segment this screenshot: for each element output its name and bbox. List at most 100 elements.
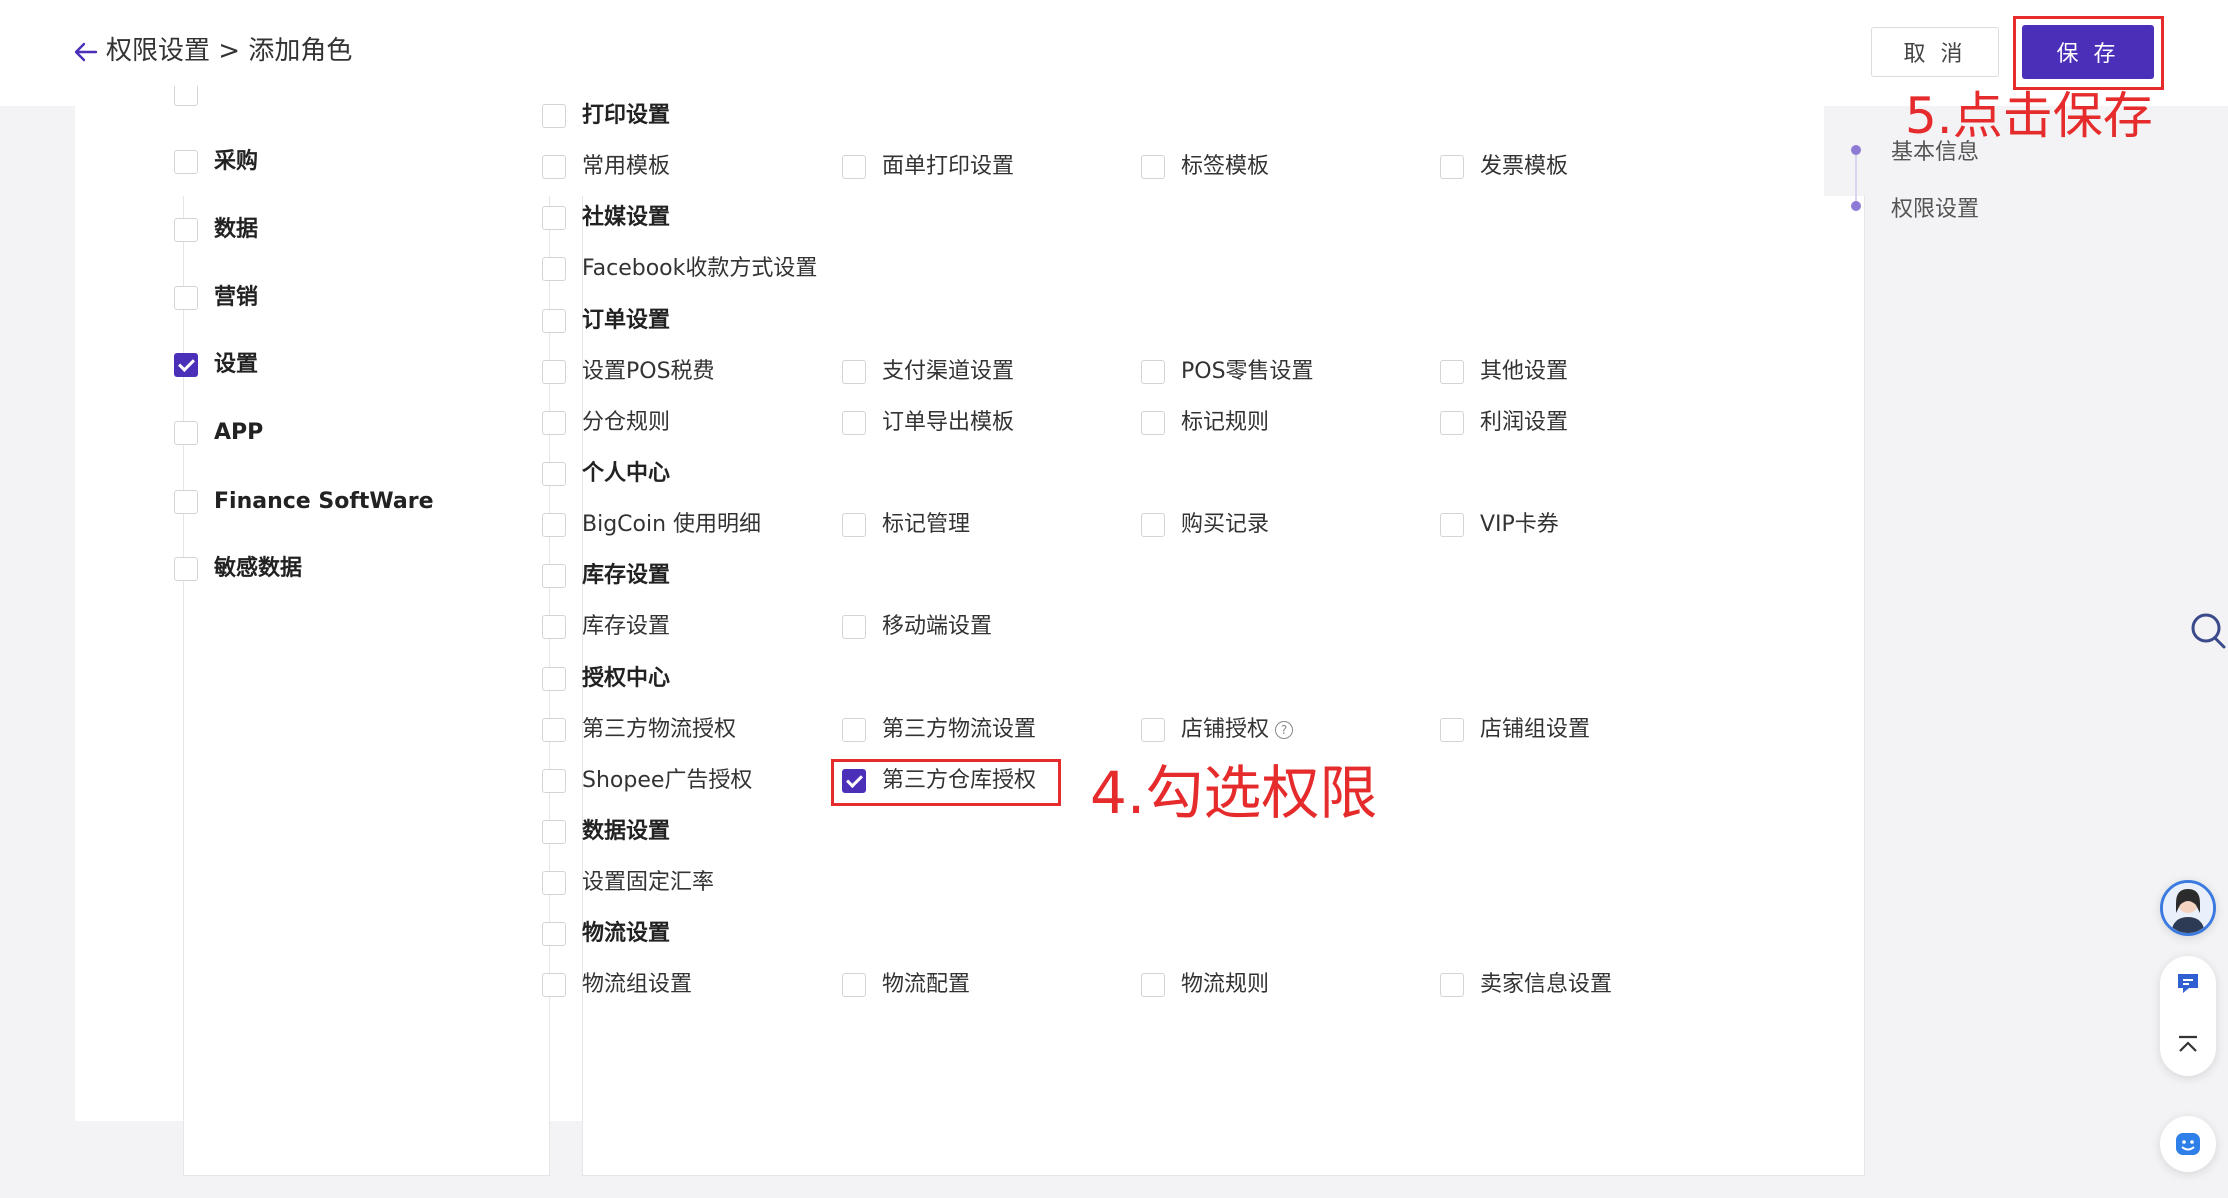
perm-label: 店铺组设置: [1480, 717, 1591, 742]
perm-label: 购买记录: [1181, 512, 1270, 537]
perm-checkbox[interactable]: [542, 769, 566, 793]
group-checkbox-personal[interactable]: [542, 462, 566, 486]
perm-label: POS零售设置: [1181, 359, 1314, 384]
help-icon[interactable]: ?: [1275, 721, 1294, 739]
perm-checkbox[interactable]: [1440, 718, 1464, 742]
perm-checkbox[interactable]: [542, 973, 566, 997]
perm-checkbox[interactable]: [1440, 360, 1464, 384]
page-header: 权限设置 > 添加角色 取 消 保 存: [0, 0, 2228, 106]
perm-checkbox[interactable]: [842, 360, 866, 384]
perm-checkbox[interactable]: [842, 615, 866, 639]
perm-label: 物流组设置: [582, 972, 693, 997]
module-checkbox-marketing[interactable]: [174, 286, 198, 310]
cancel-button[interactable]: 取 消: [1871, 27, 1999, 77]
group-checkbox-order[interactable]: [542, 309, 566, 333]
perm-checkbox[interactable]: [842, 973, 866, 997]
group-checkbox-print[interactable]: [542, 104, 566, 128]
perm-checkbox[interactable]: [842, 718, 866, 742]
group-title-auth: 授权中心: [582, 666, 671, 691]
module-label-finance: Finance SoftWare: [214, 489, 434, 514]
module-label-app: APP: [214, 420, 264, 445]
module-checkbox-finance[interactable]: [174, 490, 198, 514]
perm-label: 标记管理: [882, 512, 971, 537]
module-label-marketing: 营销: [214, 285, 259, 310]
perm-checkbox[interactable]: [1141, 155, 1165, 179]
perm-checkbox[interactable]: [1440, 411, 1464, 435]
perm-checkbox[interactable]: [1440, 973, 1464, 997]
perm-checkbox[interactable]: [542, 615, 566, 639]
perm-checkbox[interactable]: [1141, 513, 1165, 537]
module-label-purchase: 采购: [214, 149, 259, 174]
checkbox-highlight-box: [831, 759, 1061, 806]
perm-checkbox[interactable]: [542, 718, 566, 742]
perm-label: 物流规则: [1181, 972, 1270, 997]
module-label-sensitive: 敏感数据: [214, 556, 303, 581]
module-checkbox-data[interactable]: [174, 218, 198, 242]
perm-checkbox[interactable]: [542, 871, 566, 895]
chat-bot-button[interactable]: [2160, 1116, 2216, 1172]
perm-checkbox[interactable]: [542, 411, 566, 435]
group-title-order: 订单设置: [582, 308, 671, 333]
annotation-check-step: 4.勾选权限: [1090, 759, 1378, 827]
module-checkbox-sensitive[interactable]: [174, 557, 198, 581]
perm-label-with-help: 店铺授权?: [1181, 716, 1294, 744]
perm-label: 物流配置: [882, 972, 971, 997]
group-title-personal: 个人中心: [582, 461, 671, 486]
perm-label: 利润设置: [1480, 410, 1569, 435]
perm-label: 卖家信息设置: [1480, 972, 1613, 997]
module-checkbox-hidden[interactable]: [174, 86, 198, 106]
side-nav-dot: [1851, 145, 1861, 155]
search-icon[interactable]: [2188, 610, 2228, 654]
perm-checkbox[interactable]: [1141, 973, 1165, 997]
avatar-icon: [2163, 883, 2213, 933]
perm-checkbox[interactable]: [542, 155, 566, 179]
perm-checkbox[interactable]: [842, 411, 866, 435]
perm-label: 标签模板: [1181, 154, 1270, 179]
back-to-top-icon[interactable]: [2175, 1032, 2201, 1058]
perm-label: 设置POS税费: [582, 359, 715, 384]
module-checkbox-app[interactable]: [174, 421, 198, 445]
group-checkbox-auth[interactable]: [542, 667, 566, 691]
perm-checkbox[interactable]: [542, 257, 566, 281]
perm-checkbox[interactable]: [1141, 360, 1165, 384]
back-arrow-icon[interactable]: [72, 38, 100, 66]
module-checkbox-purchase[interactable]: [174, 150, 198, 174]
side-nav-dot: [1851, 201, 1861, 211]
group-title-inventory: 库存设置: [582, 563, 671, 588]
perm-checkbox[interactable]: [542, 360, 566, 384]
module-list-panel: [183, 196, 550, 1176]
perm-checkbox[interactable]: [542, 513, 566, 537]
support-avatar[interactable]: [2160, 880, 2216, 936]
perm-label: 面单打印设置: [882, 154, 1015, 179]
perm-label: VIP卡券: [1480, 512, 1559, 537]
perm-label: 常用模板: [582, 154, 671, 179]
perm-checkbox[interactable]: [842, 513, 866, 537]
perm-label: 第三方物流设置: [882, 717, 1037, 742]
perm-checkbox[interactable]: [1440, 513, 1464, 537]
perm-label: 店铺授权: [1181, 717, 1270, 742]
module-label-data: 数据: [214, 217, 259, 242]
perm-label: 其他设置: [1480, 359, 1569, 384]
group-checkbox-data[interactable]: [542, 820, 566, 844]
perm-checkbox[interactable]: [1141, 718, 1165, 742]
smile-chat-icon: [2176, 1133, 2200, 1155]
perm-label: 分仓规则: [582, 410, 671, 435]
group-checkbox-social[interactable]: [542, 206, 566, 230]
permission-panel: [582, 196, 1865, 1176]
perm-checkbox[interactable]: [1440, 155, 1464, 179]
group-title-logistics: 物流设置: [582, 921, 671, 946]
group-title-data: 数据设置: [582, 819, 671, 844]
perm-label: Shopee广告授权: [582, 768, 753, 793]
side-nav-permissions[interactable]: 权限设置: [1891, 191, 1979, 223]
group-checkbox-inventory[interactable]: [542, 564, 566, 588]
annotation-save-step: 5.点击保存: [1905, 87, 2153, 145]
perm-checkbox[interactable]: [842, 155, 866, 179]
module-checkbox-settings[interactable]: [174, 353, 198, 377]
group-checkbox-logistics[interactable]: [542, 922, 566, 946]
perm-label: 发票模板: [1480, 154, 1569, 179]
perm-label: 支付渠道设置: [882, 359, 1015, 384]
perm-label: 设置固定汇率: [582, 870, 715, 895]
group-title-print: 打印设置: [582, 103, 671, 128]
perm-checkbox[interactable]: [1141, 411, 1165, 435]
feedback-icon[interactable]: [2175, 970, 2201, 996]
